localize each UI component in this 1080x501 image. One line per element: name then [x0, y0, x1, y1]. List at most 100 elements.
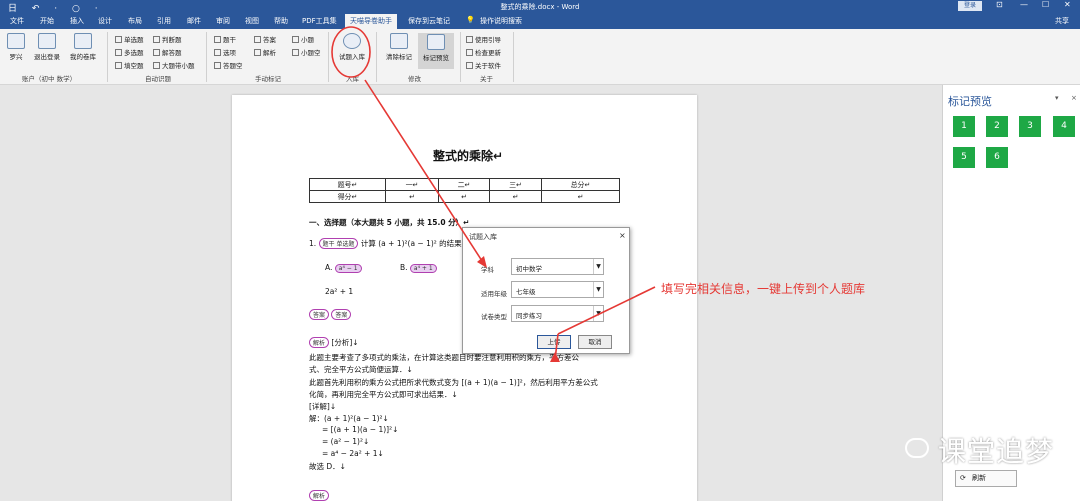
chevron-down-icon: ▼	[593, 259, 603, 274]
grade-select[interactable]: 七年级 ▼	[511, 281, 604, 298]
sub-blank-button[interactable]: 小题空	[292, 47, 321, 57]
minimize-button[interactable]: —	[1020, 0, 1028, 9]
option-a-value[interactable]: a⁴ − 1	[334, 264, 362, 273]
dialog-close-icon[interactable]: ×	[619, 231, 626, 240]
user-button[interactable]: 罗兴	[5, 33, 27, 61]
paper-type-select[interactable]: 同步练习 ▼	[511, 305, 604, 322]
answer-icon	[254, 36, 261, 43]
tab-insert[interactable]: 插入	[70, 16, 84, 26]
tab-view[interactable]: 视图	[245, 16, 259, 26]
wechat-icon	[905, 438, 929, 458]
check-icon	[153, 36, 160, 43]
answer-tag[interactable]: 答案	[331, 309, 352, 320]
watermark: 课堂追梦	[938, 435, 1055, 468]
pane-title: 标记预览	[948, 95, 992, 108]
tab-review[interactable]: 审阅	[216, 16, 230, 26]
bottom-tag: 解析	[309, 490, 330, 501]
guide-icon	[466, 36, 473, 43]
maximize-button[interactable]: ☐	[1042, 0, 1049, 9]
tab-design[interactable]: 设计	[98, 16, 112, 26]
tab-references[interactable]: 引用	[157, 16, 171, 26]
stem-button[interactable]: 题干	[214, 34, 236, 44]
eraser-icon	[390, 33, 408, 49]
chevron-down-icon: ▼	[593, 306, 603, 321]
tab-layout[interactable]: 布局	[128, 16, 142, 26]
refresh-button[interactable]: ⟳ 刷新	[955, 470, 1017, 487]
preview-icon	[427, 34, 445, 50]
fill-blank-button[interactable]: 填空题	[115, 60, 144, 70]
mark-item[interactable]: 1	[953, 116, 975, 137]
subject-select[interactable]: 初中数学 ▼	[511, 258, 604, 275]
import-dialog: 试题入库 × 学科 初中数学 ▼ 适用年级 七年级 ▼ 试卷类型 同步练习 ▼ 上传 …	[462, 227, 630, 354]
logout-button[interactable]: 退出登录	[32, 33, 62, 61]
tell-me-search[interactable]: 操作说明搜索	[480, 16, 522, 26]
clear-marks-button[interactable]: 清除标记	[383, 33, 415, 61]
option-c-value: 2a² + 1	[325, 287, 354, 296]
cancel-button[interactable]: 取消	[578, 335, 612, 349]
chevron-down-icon: ▼	[593, 282, 603, 297]
dialog-title: 试题入库	[469, 233, 497, 241]
option-button[interactable]: 选项	[214, 47, 236, 57]
check-update-button[interactable]: 检查更新	[466, 47, 501, 57]
sub-question-button[interactable]: 大题带小题	[153, 60, 195, 70]
sub-blank-icon	[292, 49, 299, 56]
upload-button[interactable]: 上传	[537, 335, 571, 349]
doc-title: 整式的乘除↵	[433, 149, 504, 163]
login-button[interactable]: 登录	[958, 1, 982, 11]
sub-item-button[interactable]: 小题	[292, 34, 314, 44]
close-button[interactable]: ✕	[1064, 0, 1071, 9]
answer-blank-icon	[214, 62, 221, 69]
multi-choice-button[interactable]: 多选题	[115, 47, 144, 57]
tab-file[interactable]: 文件	[10, 16, 24, 26]
guide-button[interactable]: 使用引导	[466, 34, 501, 44]
solution-line: = a⁴ − 2a² + 1↓	[322, 449, 384, 458]
mark-item[interactable]: 3	[1019, 116, 1041, 137]
bracket-icon	[115, 62, 122, 69]
answer-blank-button[interactable]: 答题空	[214, 60, 243, 70]
section-heading: 一、选择题（本大题共 5 小题，共 15.0 分）↵	[309, 218, 470, 227]
question-1-stem: 1. 题干 单选题 计算 (a + 1)²(a − 1)² 的结果是	[309, 238, 470, 249]
analysis-button[interactable]: 解析	[254, 47, 276, 57]
true-false-button[interactable]: 判断题	[153, 34, 182, 44]
answer-tag[interactable]: 答案	[309, 309, 330, 320]
single-choice-button[interactable]: 单选题	[115, 34, 144, 44]
stem-tag[interactable]: 题干 单选题	[318, 238, 359, 249]
share-button[interactable]: 共享	[1055, 16, 1069, 26]
mark-item[interactable]: 4	[1053, 116, 1075, 137]
tab-help[interactable]: 帮助	[274, 16, 288, 26]
stem-icon	[214, 36, 221, 43]
analysis-heading: 解析 [分析]↓	[309, 337, 359, 348]
about-button[interactable]: 关于软件	[466, 60, 501, 70]
user-icon	[7, 33, 25, 49]
import-question-button[interactable]: 试题入库	[335, 33, 369, 61]
mark-item[interactable]: 5	[953, 147, 975, 168]
solution-line: 故选 D．↓	[309, 462, 346, 471]
update-icon	[466, 49, 473, 56]
tab-mailings[interactable]: 邮件	[187, 16, 201, 26]
option-b-value[interactable]: a⁴ + 1	[409, 264, 437, 273]
tab-cloud-note[interactable]: 保存到云笔记	[408, 16, 450, 26]
tab-home[interactable]: 开始	[40, 16, 54, 26]
group-label-auto: 自动识题	[145, 75, 171, 83]
answer-button[interactable]: 答案	[254, 34, 276, 44]
subject-label: 学科	[481, 266, 494, 274]
word-window: 日 ↶ · ○ · 整式的乘除.docx - Word 登录 ⊡ — ☐ ✕ 文…	[0, 0, 1080, 501]
my-library-button[interactable]: 我的卷库	[67, 33, 99, 61]
tab-pdf-tools[interactable]: PDF工具集	[302, 16, 337, 26]
group-label-manual: 手动标记	[255, 75, 281, 83]
document-title: 整式的乘除.docx - Word	[500, 3, 580, 11]
analysis-tag[interactable]: 解析	[309, 337, 330, 348]
annotation-text: 填写完相关信息，一键上传到个人题库	[661, 282, 866, 296]
analysis-line: 此题首先利用积的乘方公式把所求代数式变为 [(a + 1)(a − 1)]²，然…	[309, 378, 598, 387]
tab-tianmiao-assistant[interactable]: 天喵导卷助手	[345, 14, 397, 29]
answer-question-button[interactable]: 解答题	[153, 47, 182, 57]
option-b: B. a⁴ + 1	[400, 263, 437, 273]
mark-preview-button[interactable]: 标记预览	[418, 33, 454, 69]
ribbon: 罗兴 退出登录 我的卷库 账户（初中 数学） 单选题 多选题 填空题 判断题 解…	[0, 29, 1080, 85]
group-label-account: 账户（初中 数学）	[22, 75, 77, 83]
mark-item[interactable]: 6	[986, 147, 1008, 168]
mark-item[interactable]: 2	[986, 116, 1008, 137]
ribbon-display-icon[interactable]: ⊡	[996, 0, 1003, 9]
pane-close-icon[interactable]: ×	[1071, 94, 1077, 102]
pane-options-icon[interactable]: ▾	[1055, 94, 1059, 102]
